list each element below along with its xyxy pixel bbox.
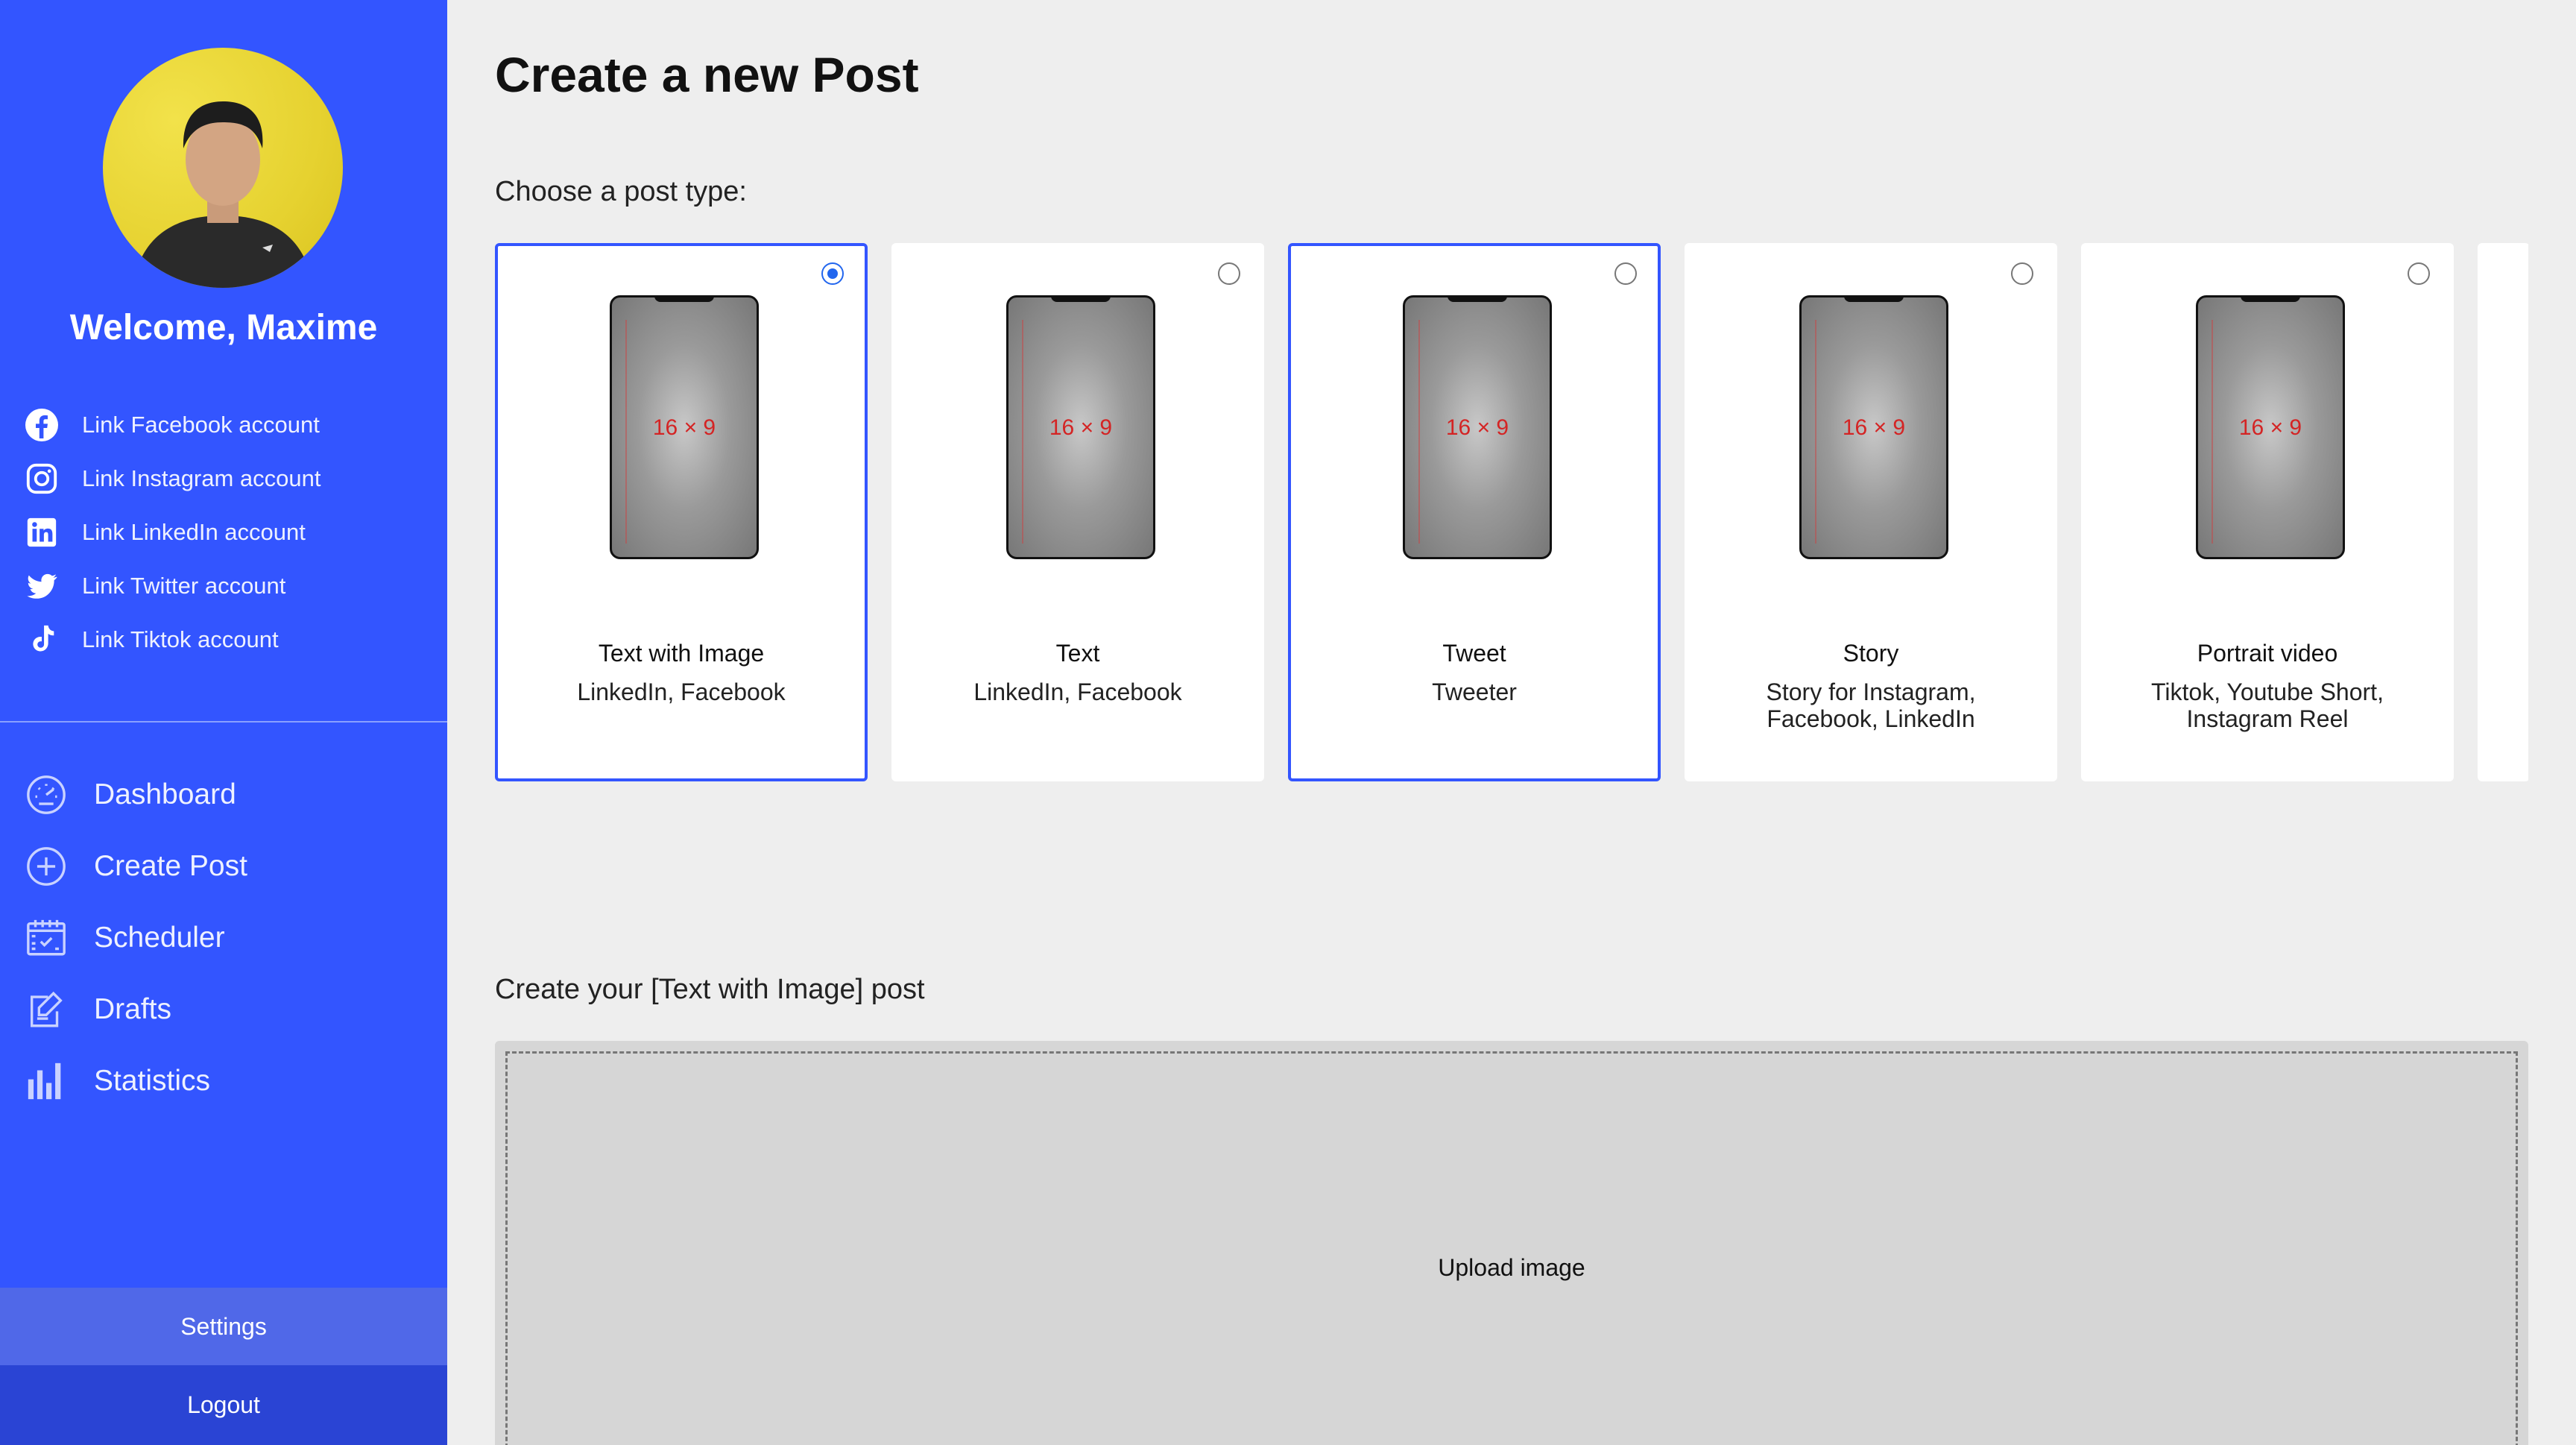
post-type-radio[interactable] bbox=[821, 262, 844, 285]
avatar bbox=[103, 48, 343, 288]
nav-item-statistics[interactable]: Statistics bbox=[24, 1045, 247, 1117]
post-type-card-partial[interactable] bbox=[2478, 243, 2528, 781]
post-type-platforms: Tweeter bbox=[1432, 679, 1517, 705]
upload-image-label: Upload image bbox=[1438, 1254, 1585, 1281]
create-post-label: Create your [Text with Image] post bbox=[495, 974, 925, 1005]
nav-dashboard-label: Dashboard bbox=[94, 778, 236, 810]
post-type-title: Text bbox=[1055, 640, 1100, 667]
phone-preview: 16 × 9 bbox=[1006, 295, 1155, 559]
app: Welcome, Maxime Link Facebook account Li… bbox=[0, 0, 2576, 1445]
link-linkedin-label: Link LinkedIn account bbox=[82, 519, 306, 545]
nav-item-dashboard[interactable]: Dashboard bbox=[24, 759, 247, 831]
post-type-radio[interactable] bbox=[2408, 262, 2430, 285]
post-type-card-story[interactable]: 16 × 9 Story Story for Instagram, Facebo… bbox=[1685, 243, 2057, 781]
post-type-platforms: LinkedIn, Facebook bbox=[973, 679, 1182, 705]
link-facebook-button[interactable]: Link Facebook account bbox=[22, 398, 321, 452]
twitter-icon bbox=[22, 567, 61, 605]
gauge-icon bbox=[24, 772, 69, 817]
linkedin-icon bbox=[22, 513, 61, 552]
page-title: Create a new Post bbox=[495, 47, 919, 102]
instagram-icon bbox=[22, 459, 61, 498]
post-type-card-text[interactable]: 16 × 9 Text LinkedIn, Facebook bbox=[891, 243, 1264, 781]
link-facebook-label: Link Facebook account bbox=[82, 412, 320, 438]
post-type-card-text-with-image[interactable]: 16 × 9 Text with Image LinkedIn, Faceboo… bbox=[495, 243, 868, 781]
aspect-ratio-label: 16 × 9 bbox=[1445, 415, 1509, 440]
nav-item-create-post[interactable]: Create Post bbox=[24, 831, 247, 902]
post-type-card-portrait-video[interactable]: 16 × 9 Portrait video Tiktok, Youtube Sh… bbox=[2081, 243, 2454, 781]
facebook-icon bbox=[22, 406, 61, 444]
post-type-radio[interactable] bbox=[1218, 262, 1240, 285]
tiktok-icon bbox=[22, 620, 61, 659]
avatar-image bbox=[133, 101, 313, 288]
dropzone-border bbox=[505, 1051, 2518, 1445]
logout-button[interactable]: Logout bbox=[0, 1365, 447, 1445]
phone-preview: 16 × 9 bbox=[1403, 295, 1552, 559]
main-content: Create a new Post Choose a post type: 16… bbox=[447, 0, 2576, 1445]
nav-scheduler-label: Scheduler bbox=[94, 922, 225, 954]
post-type-title: Portrait video bbox=[2197, 640, 2338, 667]
link-twitter-button[interactable]: Link Twitter account bbox=[22, 559, 321, 613]
link-twitter-label: Link Twitter account bbox=[82, 573, 286, 599]
aspect-ratio-label: 16 × 9 bbox=[1049, 415, 1113, 440]
sidebar-divider bbox=[0, 721, 447, 722]
aspect-ratio-label: 16 × 9 bbox=[2238, 415, 2302, 440]
social-links: Link Facebook account Link Instagram acc… bbox=[22, 398, 321, 667]
link-instagram-button[interactable]: Link Instagram account bbox=[22, 452, 321, 506]
aspect-ratio-label: 16 × 9 bbox=[1842, 415, 1906, 440]
post-type-title: Tweet bbox=[1442, 640, 1506, 667]
post-type-label: Choose a post type: bbox=[495, 176, 747, 207]
post-type-platforms: Tiktok, Youtube Short, Instagram Reel bbox=[2151, 679, 2384, 732]
nav-item-scheduler[interactable]: Scheduler bbox=[24, 902, 247, 974]
nav-drafts-label: Drafts bbox=[94, 993, 172, 1025]
link-linkedin-button[interactable]: Link LinkedIn account bbox=[22, 506, 321, 559]
edit-icon bbox=[24, 987, 69, 1032]
post-type-radio[interactable] bbox=[1614, 262, 1637, 285]
link-tiktok-label: Link Tiktok account bbox=[82, 626, 279, 652]
post-type-card-tweet[interactable]: 16 × 9 Tweet Tweeter bbox=[1288, 243, 1661, 781]
calendar-icon bbox=[24, 916, 69, 960]
link-tiktok-button[interactable]: Link Tiktok account bbox=[22, 613, 321, 667]
welcome-text: Welcome, Maxime bbox=[69, 308, 378, 347]
nav-create-post-label: Create Post bbox=[94, 850, 247, 882]
phone-preview: 16 × 9 bbox=[610, 295, 759, 559]
settings-button[interactable]: Settings bbox=[0, 1288, 447, 1365]
nav-item-drafts[interactable]: Drafts bbox=[24, 974, 247, 1045]
sidebar: Welcome, Maxime Link Facebook account Li… bbox=[0, 0, 447, 1445]
main-nav: Dashboard Create Post Scheduler Drafts S… bbox=[24, 759, 247, 1117]
aspect-ratio-label: 16 × 9 bbox=[652, 415, 716, 440]
upload-image-dropzone[interactable]: Upload image bbox=[495, 1041, 2528, 1445]
bar-chart-icon bbox=[24, 1059, 69, 1104]
post-type-radio[interactable] bbox=[2011, 262, 2033, 285]
plus-circle-icon bbox=[24, 844, 69, 889]
post-type-list: 16 × 9 Text with Image LinkedIn, Faceboo… bbox=[495, 243, 2528, 783]
link-instagram-label: Link Instagram account bbox=[82, 465, 321, 491]
post-type-platforms: LinkedIn, Facebook bbox=[577, 679, 786, 705]
post-type-title: Text with Image bbox=[598, 640, 765, 667]
post-type-platforms: Story for Instagram, Facebook, LinkedIn bbox=[1766, 679, 1976, 732]
nav-statistics-label: Statistics bbox=[94, 1065, 211, 1097]
phone-preview: 16 × 9 bbox=[2196, 295, 2345, 559]
phone-preview: 16 × 9 bbox=[1799, 295, 1948, 559]
post-type-title: Story bbox=[1843, 640, 1899, 667]
